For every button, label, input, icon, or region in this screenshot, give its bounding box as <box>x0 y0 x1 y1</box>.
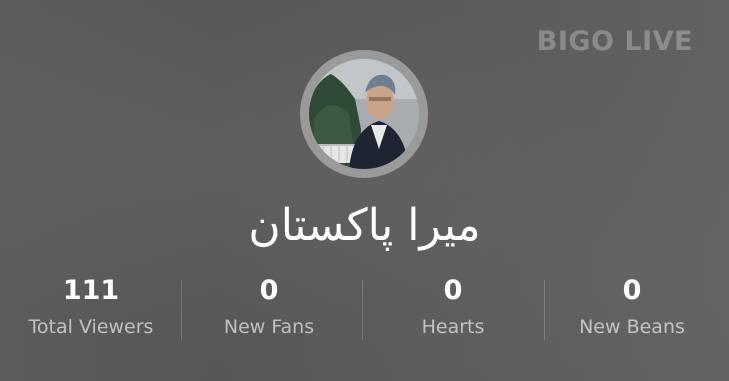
stat-label: New Beans <box>579 316 685 338</box>
broadcaster-name: میرا پاکستان <box>248 200 481 251</box>
stat-total-viewers: 111 Total Viewers <box>0 272 182 342</box>
stat-label: New Fans <box>223 316 315 338</box>
stat-label: Hearts <box>421 316 485 338</box>
bigo-live-watermark: BIGO LIVE <box>536 26 693 57</box>
stat-new-fans: 0 New Fans <box>178 272 360 342</box>
stat-value: 111 <box>62 275 120 306</box>
stat-value: 0 <box>622 275 642 306</box>
avatar[interactable] <box>300 50 428 178</box>
stat-hearts: 0 Hearts <box>362 272 544 342</box>
avatar-photo <box>309 59 419 169</box>
stats-row: 111 Total Viewers 0 New Fans 0 Hearts 0 … <box>0 272 729 352</box>
stat-value: 0 <box>259 275 279 306</box>
stat-label: Total Viewers <box>28 316 154 338</box>
stat-value: 0 <box>443 275 463 306</box>
stat-new-beans: 0 New Beans <box>541 272 723 342</box>
